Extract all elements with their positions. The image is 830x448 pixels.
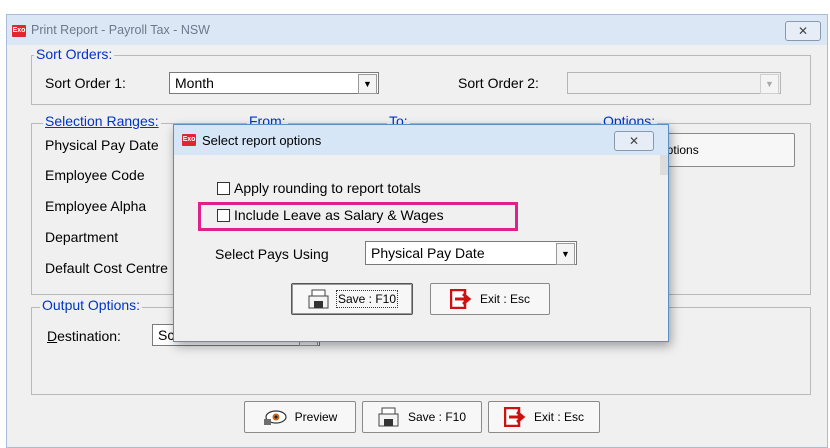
range-department-label: Department bbox=[45, 229, 119, 245]
preview-button[interactable]: Preview bbox=[244, 401, 356, 433]
sort-order-1-label: Sort Order 1: bbox=[45, 75, 126, 91]
dialog-app-icon: Exo bbox=[182, 134, 196, 146]
save-disk-icon bbox=[308, 289, 329, 309]
exit-icon bbox=[503, 407, 526, 427]
select-report-options-dialog: Exo Select report options ✕ Apply roundi… bbox=[173, 124, 669, 342]
chevron-down-icon[interactable]: ▼ bbox=[760, 74, 779, 94]
destination-label-rest: estination: bbox=[57, 328, 121, 344]
exit-button[interactable]: Exit : Esc bbox=[488, 401, 600, 433]
save-button[interactable]: Save : F10 bbox=[362, 401, 482, 433]
exit-icon bbox=[449, 289, 472, 309]
apply-rounding-checkbox[interactable] bbox=[217, 182, 230, 195]
sort-order-1-select[interactable]: Month ▼ bbox=[169, 72, 379, 94]
dialog-close-button[interactable]: ✕ bbox=[614, 131, 654, 151]
dialog-exit-button[interactable]: Exit : Esc bbox=[430, 283, 550, 315]
selection-ranges-legend: Selection Ranges: bbox=[43, 113, 161, 129]
dialog-exit-label: Exit : Esc bbox=[479, 292, 530, 306]
dialog-save-button[interactable]: Save : F10 bbox=[291, 283, 413, 315]
preview-label: Preview bbox=[294, 410, 338, 424]
range-default-cost-centre-label: Default Cost Centre bbox=[45, 260, 168, 276]
sort-order-2-select[interactable]: ▼ bbox=[567, 72, 781, 94]
dialog-scroll-edge bbox=[660, 155, 668, 175]
range-employee-code-label: Employee Code bbox=[45, 167, 145, 183]
dialog-title: Select report options bbox=[202, 133, 322, 148]
preview-eye-icon bbox=[263, 410, 287, 425]
apply-rounding-label: Apply rounding to report totals bbox=[234, 180, 421, 196]
app-icon: Exo bbox=[12, 25, 26, 37]
sort-order-1-value: Month bbox=[175, 75, 214, 91]
save-label: Save : F10 bbox=[407, 410, 467, 424]
range-physical-pay-date-label: Physical Pay Date bbox=[45, 137, 159, 153]
exit-label: Exit : Esc bbox=[533, 410, 584, 424]
range-employee-alpha-label: Employee Alpha bbox=[45, 198, 147, 214]
dialog-save-label: Save : F10 bbox=[335, 290, 399, 308]
destination-label: Destination: bbox=[47, 328, 121, 344]
chevron-down-icon[interactable]: ▼ bbox=[358, 74, 377, 94]
select-pays-value: Physical Pay Date bbox=[371, 245, 485, 261]
window-close-button[interactable]: ✕ bbox=[785, 21, 821, 41]
include-leave-checkbox[interactable] bbox=[217, 209, 230, 222]
output-options-legend: Output Options: bbox=[40, 297, 143, 313]
select-pays-label: Select Pays Using bbox=[215, 246, 329, 262]
sort-order-2-label: Sort Order 2: bbox=[458, 75, 539, 91]
save-disk-icon bbox=[378, 407, 399, 427]
include-leave-label: Include Leave as Salary & Wages bbox=[234, 207, 444, 223]
dialog-title-bar: Exo Select report options ✕ bbox=[174, 125, 668, 155]
window-title: Print Report - Payroll Tax - NSW bbox=[31, 23, 210, 37]
sort-orders-legend: Sort Orders: bbox=[34, 46, 115, 62]
chevron-down-icon[interactable]: ▼ bbox=[556, 243, 575, 265]
title-bar: Exo Print Report - Payroll Tax - NSW ✕ bbox=[7, 15, 827, 45]
select-pays-select[interactable]: Physical Pay Date ▼ bbox=[365, 241, 577, 265]
